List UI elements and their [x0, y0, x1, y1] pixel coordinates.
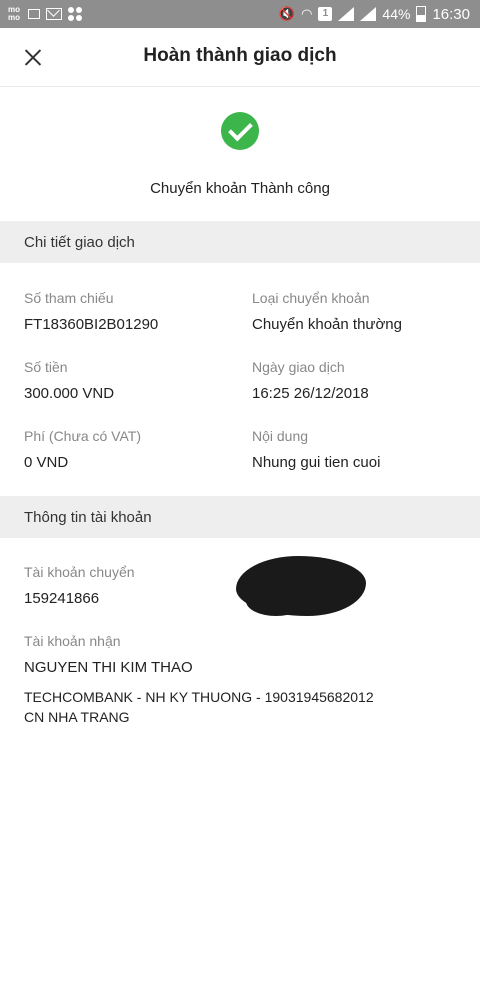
signal-strength-icon: [360, 7, 377, 21]
field-value: 0 VND: [24, 454, 69, 471]
momo-app-icon: mo mo: [8, 5, 20, 22]
description-field: Nội dung Nhung gui tien cuoi: [252, 428, 380, 471]
success-check-icon: [221, 112, 259, 150]
battery-percent: 44%: [382, 6, 411, 22]
top-app-bar: Hoàn thành giao dịch: [0, 28, 480, 87]
field-label: Số tiền: [24, 359, 68, 375]
transfer-type-field: Loại chuyển khoản Chuyển khoản thường: [252, 290, 402, 333]
mail-icon: [46, 8, 62, 20]
section-title: Thông tin tài khoản: [24, 509, 152, 526]
sim-slot-icon: 1: [318, 7, 333, 21]
receiver-name: NGUYEN THI KIM THAO: [24, 659, 193, 676]
field-label: Nội dung: [252, 428, 309, 444]
wallet-app-icon: [28, 9, 40, 19]
mute-icon: 🔇: [278, 6, 296, 21]
section-title: Chi tiết giao dịch: [24, 234, 135, 251]
reference-number-field: Số tham chiếu FT18360BI2B01290: [24, 290, 158, 333]
field-value: 300.000 VND: [24, 385, 115, 402]
battery-icon: [416, 6, 427, 22]
clock: 16:30: [432, 5, 470, 23]
bank-line: TECHCOMBANK - NH KY THUONG - 19031945682…: [24, 689, 374, 705]
field-label: Số tham chiếu: [24, 290, 114, 306]
sender-account-field: Tài khoản chuyển 159241866: [24, 564, 135, 607]
page-title: Hoàn thành giao dịch: [143, 45, 337, 66]
section-transaction-details: Chi tiết giao dịch: [0, 221, 480, 263]
success-message: Chuyển khoản Thành công: [150, 180, 330, 197]
redaction-scribble: [246, 586, 306, 616]
wifi-icon: ◠: [301, 6, 313, 21]
field-label: Loại chuyển khoản: [252, 290, 370, 306]
status-bar: mo mo 🔇 ◠ 1 44% 16:30: [0, 0, 480, 28]
field-label: Ngày giao dịch: [252, 359, 345, 375]
receiver-account-field: Tài khoản nhận NGUYEN THI KIM THAO: [24, 633, 193, 676]
amount-field: Số tiền 300.000 VND: [24, 359, 114, 402]
field-label: Phí (Chưa có VAT): [24, 428, 141, 444]
fee-field: Phí (Chưa có VAT) 0 VND: [24, 428, 141, 471]
field-value: FT18360BI2B01290: [24, 316, 159, 333]
field-value: 16:25 26/12/2018: [252, 385, 369, 402]
field-value: Nhung gui tien cuoi: [252, 454, 381, 471]
receiver-bank-info: TECHCOMBANK - NH KY THUONG - 19031945682…: [24, 687, 444, 727]
field-label: Tài khoản chuyển: [24, 564, 135, 580]
apps-grid-icon: [68, 7, 82, 21]
field-label: Tài khoản nhận: [24, 633, 121, 649]
bank-branch-line: CN NHA TRANG: [24, 709, 130, 725]
signal-icon: [338, 7, 355, 21]
field-value: Chuyển khoản thường: [252, 316, 402, 333]
transaction-date-field: Ngày giao dịch 16:25 26/12/2018: [252, 359, 369, 402]
field-value: 159241866: [24, 590, 100, 607]
section-account-info: Thông tin tài khoản: [0, 496, 480, 538]
